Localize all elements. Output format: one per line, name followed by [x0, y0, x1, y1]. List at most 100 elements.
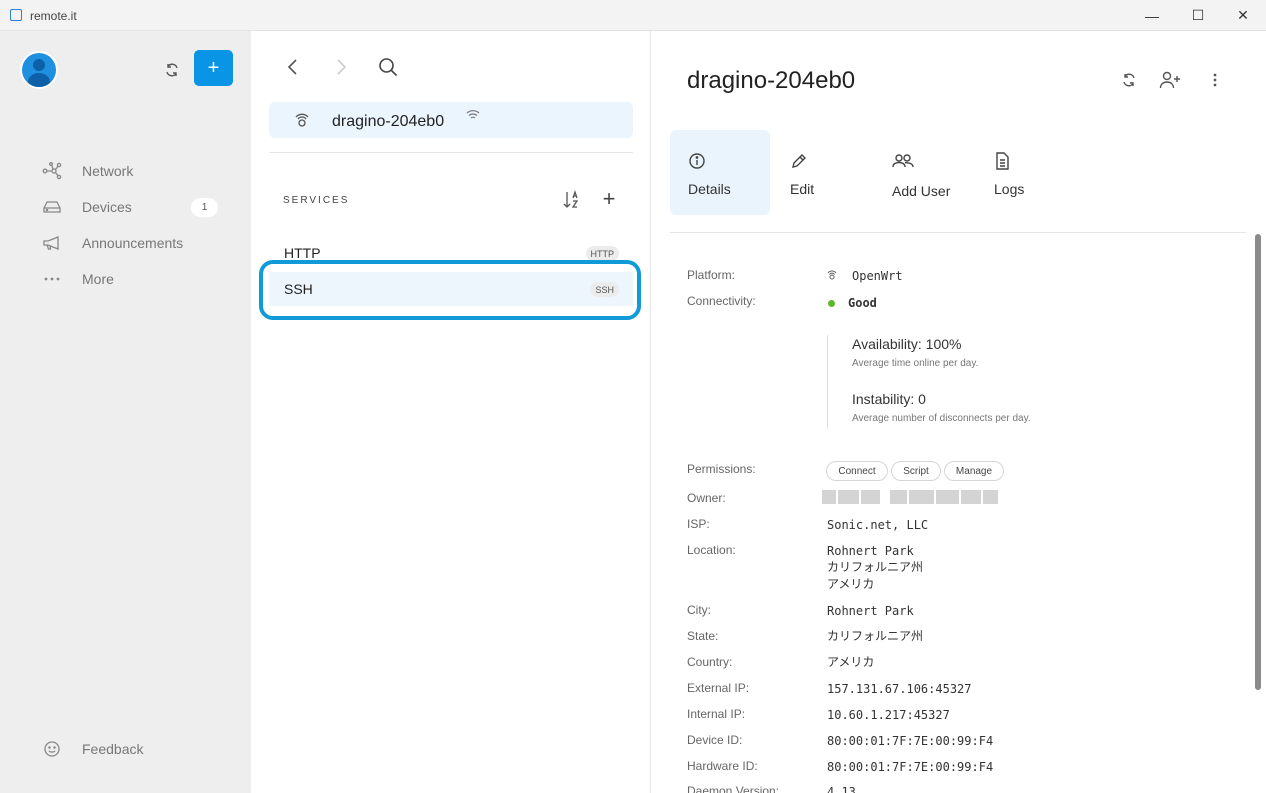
- availability-description: Average time online per day.: [852, 358, 979, 369]
- sidebar-item-more[interactable]: More: [0, 264, 251, 294]
- sidebar-item-label: Announcements: [82, 235, 184, 251]
- city-label: City:: [687, 603, 711, 617]
- title-bar: remote.it — ☐ ✕: [0, 0, 1266, 31]
- device-name: dragino-204eb0: [332, 113, 445, 130]
- divider: [670, 232, 1246, 233]
- refresh-icon[interactable]: [1117, 68, 1141, 92]
- services-heading: SERVICES: [283, 195, 350, 206]
- hardware-id-label: Hardware ID:: [687, 759, 758, 773]
- city-value: Rohnert Park: [827, 604, 914, 618]
- divider: [827, 335, 828, 429]
- connectivity-value: Good: [848, 296, 877, 310]
- more-vertical-icon[interactable]: [1203, 68, 1227, 92]
- device-id-label: Device ID:: [687, 733, 743, 747]
- window-title: remote.it: [30, 9, 77, 23]
- avatar[interactable]: [20, 51, 58, 89]
- service-type-badge: HTTP: [585, 246, 619, 261]
- add-service-button[interactable]: +: [597, 186, 621, 211]
- add-device-button[interactable]: +: [194, 50, 233, 86]
- tab-logs[interactable]: Logs: [976, 130, 1066, 215]
- document-icon: [994, 152, 1014, 172]
- daemon-version-label: Daemon Version:: [687, 784, 780, 793]
- user-icon: [22, 53, 56, 87]
- location-state-value: カリフォルニア州: [827, 560, 924, 574]
- feedback-button[interactable]: Feedback: [0, 734, 251, 764]
- tab-details[interactable]: Details: [670, 130, 770, 215]
- tab-label: Details: [688, 181, 731, 197]
- permission-chip-script: Script: [891, 461, 941, 481]
- users-icon: [892, 152, 914, 172]
- daemon-version-value: 4.13: [827, 785, 856, 793]
- platform-value: OpenWrt: [852, 269, 903, 283]
- highlight-annotation: [259, 260, 641, 320]
- sidebar-item-devices[interactable]: Devices 1: [0, 192, 251, 222]
- openwrt-icon: [293, 111, 311, 129]
- back-button[interactable]: [279, 53, 307, 81]
- refresh-icon[interactable]: [160, 58, 184, 82]
- forward-button[interactable]: [327, 53, 355, 81]
- network-icon: [42, 161, 62, 181]
- tab-add-user[interactable]: Add User: [874, 130, 974, 215]
- external-ip-value: 157.131.67.106:45327: [827, 682, 972, 696]
- internal-ip-value: 10.60.1.217:45327: [827, 708, 950, 722]
- minimize-button[interactable]: —: [1129, 0, 1175, 31]
- permission-chip-manage: Manage: [944, 461, 1004, 481]
- country-value: アメリカ: [827, 655, 875, 669]
- availability-title: Availability: 100%: [852, 336, 962, 352]
- state-value: カリフォルニア州: [827, 629, 924, 643]
- page-title: dragino-204eb0: [687, 67, 856, 94]
- device-details-panel: dragino-204eb0 Details Edit Add User Log…: [652, 31, 1266, 793]
- sidebar: + Network Devices 1 Announcements More F…: [0, 31, 251, 793]
- devices-icon: [42, 197, 62, 217]
- tab-label: Edit: [790, 181, 815, 197]
- instability-description: Average number of disconnects per day.: [852, 413, 1031, 424]
- location-label: Location:: [687, 543, 736, 557]
- megaphone-icon: [42, 233, 62, 253]
- owner-label: Owner:: [687, 491, 726, 505]
- location-country-value: アメリカ: [827, 577, 875, 591]
- platform-label: Platform:: [687, 268, 736, 282]
- sidebar-item-label: Devices: [82, 199, 132, 215]
- state-label: State:: [687, 629, 719, 643]
- device-services-panel: dragino-204eb0 SERVICES + HTTP HTTP SSH …: [251, 31, 651, 793]
- instability-title: Instability: 0: [852, 391, 926, 407]
- sidebar-item-network[interactable]: Network: [0, 156, 251, 186]
- sidebar-item-label: Network: [82, 163, 134, 179]
- isp-value: Sonic.net, LLC: [827, 518, 929, 532]
- isp-label: ISP:: [687, 517, 710, 531]
- close-button[interactable]: ✕: [1220, 0, 1266, 31]
- info-icon: [688, 152, 708, 172]
- hardware-id-value: 80:00:01:7F:7E:00:99:F4: [827, 760, 994, 774]
- add-user-icon[interactable]: [1158, 68, 1182, 92]
- device-header[interactable]: dragino-204eb0: [269, 102, 633, 138]
- owner-value-redacted: [822, 490, 998, 504]
- tab-label: Add User: [892, 183, 951, 199]
- device-id-value: 80:00:01:7F:7E:00:99:F4: [827, 734, 994, 748]
- more-icon: [42, 269, 62, 289]
- permission-chip-connect: Connect: [826, 461, 888, 481]
- smiley-icon: [42, 739, 62, 759]
- maximize-button[interactable]: ☐: [1175, 0, 1221, 31]
- country-label: Country:: [687, 655, 733, 669]
- search-icon[interactable]: [374, 53, 402, 81]
- remoteit-logo-icon: [10, 9, 22, 21]
- feedback-label: Feedback: [82, 741, 144, 757]
- sort-icon[interactable]: [561, 189, 583, 211]
- divider: [269, 152, 633, 153]
- openwrt-icon: [826, 268, 838, 280]
- devices-count-badge: 1: [191, 197, 218, 217]
- status-dot: [828, 300, 835, 307]
- wifi-icon: [465, 108, 481, 122]
- pencil-icon: [790, 152, 810, 172]
- service-name: HTTP: [284, 245, 321, 261]
- sidebar-item-announcements[interactable]: Announcements: [0, 228, 251, 258]
- sidebar-item-label: More: [82, 271, 114, 287]
- tab-edit[interactable]: Edit: [772, 130, 872, 215]
- permissions-label: Permissions:: [687, 462, 756, 476]
- external-ip-label: External IP:: [687, 681, 750, 695]
- location-city-value: Rohnert Park: [827, 544, 914, 558]
- scrollbar[interactable]: [1255, 234, 1261, 690]
- connectivity-label: Connectivity:: [687, 294, 756, 308]
- tab-label: Logs: [994, 181, 1025, 197]
- internal-ip-label: Internal IP:: [687, 707, 746, 721]
